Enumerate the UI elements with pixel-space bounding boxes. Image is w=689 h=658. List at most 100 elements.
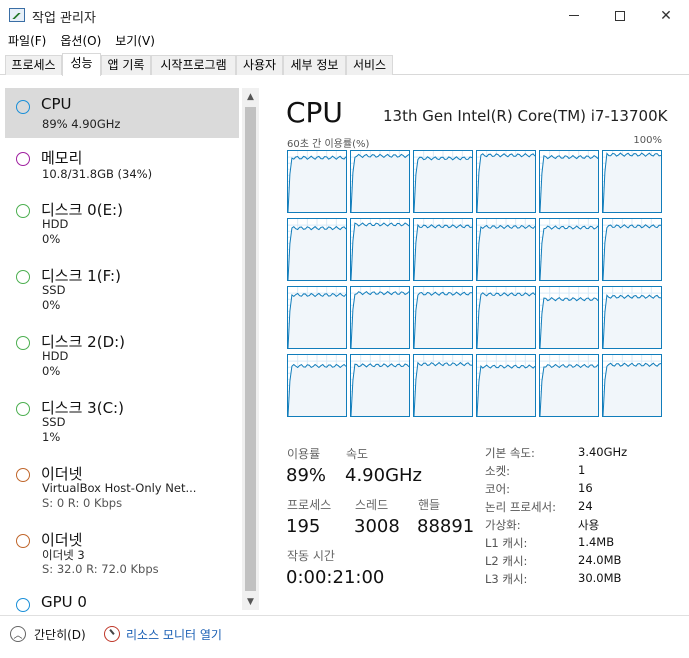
scroll-down-arrow-icon[interactable]: ▼ (242, 593, 259, 610)
processes-label: 프로세스 (287, 498, 332, 512)
window-title: 작업 관리자 (32, 11, 96, 26)
spec-cores-label: 코어: (485, 482, 511, 496)
menu-options[interactable]: 옵션(O) (60, 31, 101, 51)
tab-processes[interactable]: 프로세스 (5, 55, 62, 75)
tab-app-history[interactable]: 앱 기록 (101, 55, 151, 75)
tab-performance[interactable]: 성능 (62, 53, 101, 76)
resource-entry-ethernet-virtualbox[interactable]: 이더넷 VirtualBox Host-Only Net... S: 0 R: … (5, 456, 239, 522)
spec-base-speed-label: 기본 속도: (485, 446, 535, 460)
title-bar: 작업 관리자 ✕ (0, 0, 689, 31)
tab-users[interactable]: 사용자 (236, 55, 283, 75)
resource-entry-memory[interactable]: 메모리 10.8/31.8GB (34%) (5, 140, 239, 192)
utilization-area (603, 295, 661, 348)
gpu-indicator-icon (16, 598, 30, 612)
resource-entry-disk-0[interactable]: 디스크 0(E:) HDD 0% (5, 192, 239, 258)
utilization-area (288, 226, 346, 280)
tab-startup[interactable]: 시작프로그램 (151, 55, 236, 75)
logical-processor-graph (602, 150, 662, 213)
memory-indicator-icon (16, 152, 30, 166)
scroll-thumb[interactable] (245, 107, 256, 591)
logical-processor-graph (476, 286, 536, 349)
disk-indicator-icon (16, 336, 30, 350)
utilization-area (414, 224, 472, 280)
logical-processor-graph (350, 150, 410, 213)
resource-entry-gpu-0[interactable]: GPU 0 (5, 588, 239, 612)
utilization-area (603, 153, 661, 212)
logical-processor-graph (539, 286, 599, 349)
spec-logical-processors-label: 논리 프로세서: (485, 500, 557, 514)
resource-list-scrollbar[interactable]: ▲ ▼ (242, 88, 259, 610)
utilization-area (477, 153, 535, 212)
utilization-area (351, 291, 409, 348)
resource-detail: SSD (42, 415, 66, 429)
tab-services[interactable]: 서비스 (346, 55, 393, 75)
graph-utilization-label: 60초 간 이용률(%) (287, 139, 370, 150)
logical-processor-graph (476, 218, 536, 281)
menu-view[interactable]: 보기(V) (115, 31, 155, 51)
utilization-area (414, 292, 472, 348)
logical-processor-graph (476, 354, 536, 417)
minimize-button[interactable] (551, 0, 597, 31)
minimize-icon (569, 15, 579, 16)
resource-entry-cpu[interactable]: CPU 89% 4.90GHz (5, 88, 239, 138)
spec-base-speed-value: 3.40GHz (578, 445, 628, 459)
logical-processor-graph (539, 218, 599, 281)
logical-processor-graph (287, 354, 347, 417)
resource-title: CPU (41, 95, 72, 113)
spec-cores-value: 16 (578, 481, 593, 495)
disk-indicator-icon (16, 402, 30, 416)
utilization-area (603, 224, 661, 280)
spec-virtualization-label: 가상화: (485, 518, 521, 532)
logical-processor-graph (413, 218, 473, 281)
utilization-area (540, 297, 598, 348)
graph-max-label: 100% (633, 135, 662, 146)
logical-processor-graph (413, 286, 473, 349)
logical-processor-graph (413, 150, 473, 213)
logical-processor-graph (350, 354, 410, 417)
ethernet-indicator-icon (16, 534, 30, 548)
spec-virtualization-value: 사용 (578, 518, 600, 532)
logical-processor-graph (539, 150, 599, 213)
resource-title: GPU 0 (41, 593, 87, 611)
utilization-area (540, 155, 598, 212)
resource-entry-disk-2[interactable]: 디스크 2(D:) HDD 0% (5, 324, 239, 390)
close-icon: ✕ (660, 7, 672, 24)
footer-bar: ︿ 간단히(D) 리소스 모니터 열기 (0, 615, 689, 658)
disk-indicator-icon (16, 204, 30, 218)
logical-processor-graph (350, 218, 410, 281)
resource-entry-disk-1[interactable]: 디스크 1(F:) SSD 0% (5, 258, 239, 324)
resource-detail: HDD (42, 349, 69, 363)
scroll-up-arrow-icon[interactable]: ▲ (242, 88, 259, 105)
resource-detail: VirtualBox Host-Only Net... (42, 481, 197, 495)
menu-file[interactable]: 파일(F) (8, 31, 46, 51)
resource-entry-disk-3[interactable]: 디스크 3(C:) SSD 1% (5, 390, 239, 456)
logical-processor-graph (476, 150, 536, 213)
resource-monitor-icon[interactable] (104, 626, 120, 642)
utilization-value: 89% (286, 465, 327, 486)
resource-detail: 0% (42, 364, 61, 378)
spec-sockets-label: 소켓: (485, 464, 511, 478)
utilization-area (351, 154, 409, 212)
resource-detail: 이더넷 3 (42, 548, 85, 562)
cpu-indicator-icon (16, 100, 30, 114)
disk-indicator-icon (16, 270, 30, 284)
maximize-button[interactable] (597, 0, 643, 31)
utilization-area (477, 365, 535, 416)
fewer-details-link[interactable]: 간단히(D) (34, 626, 86, 643)
close-button[interactable]: ✕ (643, 0, 689, 31)
menu-bar: 파일(F) 옵션(O) 보기(V) (0, 31, 689, 51)
logical-processor-graph (350, 286, 410, 349)
spec-l3-cache-value: 30.0MB (578, 571, 622, 585)
utilization-area (288, 156, 346, 212)
utilization-label: 이용률 (287, 447, 321, 461)
resource-entry-ethernet-3[interactable]: 이더넷 이더넷 3 S: 32.0 R: 72.0 Kbps (5, 522, 239, 588)
resource-detail: S: 0 R: 0 Kbps (42, 496, 123, 510)
cpu-heading: CPU (286, 96, 343, 129)
chevron-up-icon[interactable]: ︿ (10, 626, 26, 642)
utilization-area (414, 156, 472, 212)
utilization-area (477, 225, 535, 280)
open-resource-monitor-link[interactable]: 리소스 모니터 열기 (126, 626, 222, 643)
handles-value: 88891 (417, 516, 475, 537)
spec-l1-cache-label: L1 캐시: (485, 536, 528, 550)
tab-details[interactable]: 세부 정보 (283, 55, 346, 75)
